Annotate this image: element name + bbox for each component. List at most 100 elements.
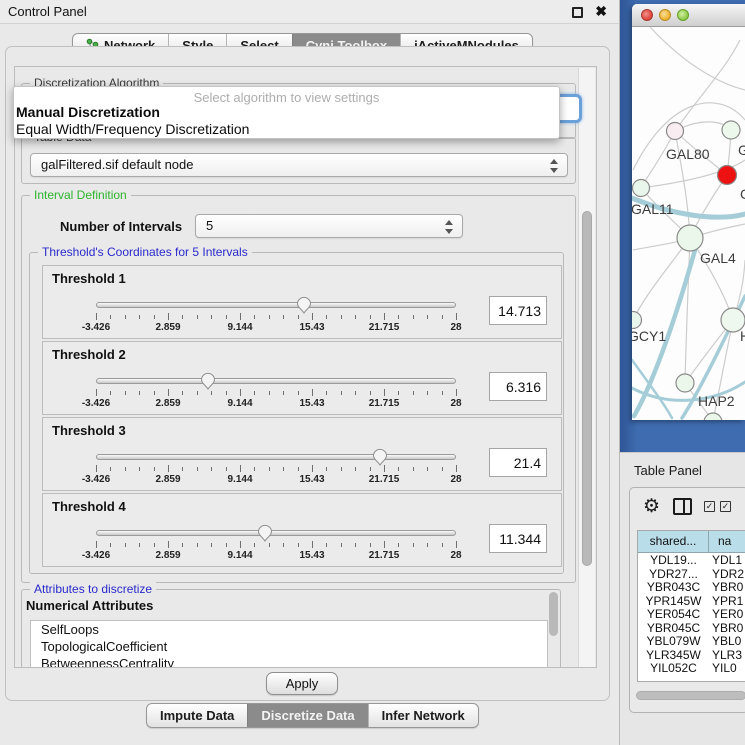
apply-button[interactable]: Apply <box>266 672 338 695</box>
slider-tick <box>355 391 356 395</box>
table-row[interactable]: YBL079WYBL0 <box>638 634 745 648</box>
slider-tick <box>125 315 126 319</box>
network-node[interactable] <box>632 312 642 329</box>
slider-scale-label: 9.144 <box>227 550 252 561</box>
table-row[interactable]: YBR045CYBR0 <box>638 621 745 635</box>
threshold-2-slider[interactable]: -3.4262.8599.14415.4321.71528 <box>96 378 456 412</box>
slider-scale-label: 28 <box>450 550 461 561</box>
slider-tick <box>298 543 299 547</box>
tab-infer-network[interactable]: Infer Network <box>368 704 478 727</box>
minimize-traffic-light-icon[interactable] <box>659 9 671 21</box>
slider-thumb[interactable] <box>200 372 216 390</box>
network-canvas[interactable]: GAL80 GAL11 GAL4 GCY1 HAP2 GA C H <box>632 27 745 420</box>
node-attribute-table[interactable]: shared... na YDL19...YDL1YDR27...YDR2YBR… <box>637 530 745 682</box>
numerical-attributes-list[interactable]: SelfLoopsTopologicalCoefficientBetweenne… <box>30 620 548 668</box>
slider-tick <box>125 467 126 471</box>
gear-icon[interactable]: ⚙ <box>643 495 660 518</box>
slider-tick <box>413 543 414 547</box>
slider-tick <box>283 467 284 471</box>
slider-track[interactable] <box>96 378 456 384</box>
threshold-1-value-field[interactable] <box>489 296 547 325</box>
close-icon[interactable]: ✖ <box>595 3 607 20</box>
slider-scale-label: 2.859 <box>155 398 180 409</box>
slider-thumb[interactable] <box>296 296 312 314</box>
network-node[interactable] <box>677 225 703 251</box>
slider-track[interactable] <box>96 530 456 536</box>
slider-tick <box>254 543 255 547</box>
slider-tick <box>355 543 356 547</box>
network-node[interactable] <box>704 413 722 420</box>
popup-item-equal-width[interactable]: Equal Width/Frequency Discretization <box>16 121 249 137</box>
network-node[interactable] <box>676 374 694 392</box>
threshold-1-slider[interactable]: -3.4262.8599.14415.4321.71528 <box>96 302 456 336</box>
slider-tick <box>384 465 385 472</box>
column-header-name[interactable]: na <box>709 531 745 552</box>
slider-track[interactable] <box>96 454 456 460</box>
settings-vertical-scrollbar[interactable] <box>578 68 595 668</box>
table-row[interactable]: YLR345WYLR3 <box>638 648 745 662</box>
table-row[interactable]: YPR145WYPR1 <box>638 594 745 608</box>
slider-tick <box>197 391 198 395</box>
attributes-group-title: Attributes to discretize <box>30 582 156 596</box>
slider-tick <box>370 543 371 547</box>
network-view-window[interactable]: GAL80 GAL11 GAL4 GCY1 HAP2 GA C H <box>632 4 745 420</box>
threshold-3-value-field[interactable] <box>489 448 547 477</box>
threshold-3-slider[interactable]: -3.4262.8599.14415.4321.71528 <box>96 454 456 488</box>
table-row[interactable]: YBR043CYBR0 <box>638 580 745 594</box>
attribute-list-item[interactable]: BetweennessCentrality <box>31 655 547 668</box>
popup-placeholder-item[interactable]: Select algorithm to view settings <box>14 90 559 105</box>
table-cell: YIL052C <box>638 661 709 675</box>
table-row[interactable]: YDL19...YDL1 <box>638 553 745 567</box>
slider-tick <box>384 313 385 320</box>
checkbox-icon[interactable]: ✓ <box>720 501 731 512</box>
slider-tick <box>442 391 443 395</box>
threshold-1-panel: Threshold 1 -3.4262.8599.14415.4321.7152… <box>42 265 562 339</box>
threshold-4-value-field[interactable] <box>489 524 547 553</box>
table-row[interactable]: YIL052CYIL0 <box>638 661 745 675</box>
network-node[interactable] <box>722 121 740 139</box>
slider-scale-label: -3.426 <box>82 398 110 409</box>
slider-tick <box>154 315 155 319</box>
network-node[interactable] <box>633 180 650 197</box>
float-window-icon[interactable] <box>572 7 583 18</box>
slider-thumb[interactable] <box>372 448 388 466</box>
slider-tick <box>96 389 97 396</box>
slider-scale-label: 15.43 <box>299 474 324 485</box>
checkbox-icon[interactable]: ✓ <box>704 501 715 512</box>
attribute-list-item[interactable]: SelfLoops <box>31 621 547 638</box>
network-node[interactable] <box>667 123 684 140</box>
network-node-selected[interactable] <box>718 166 737 185</box>
slider-tick <box>139 467 140 471</box>
attributes-list-scrollbar[interactable] <box>549 592 558 636</box>
scrollbar-thumb[interactable] <box>582 211 592 566</box>
attribute-list-item[interactable]: TopologicalCoefficient <box>31 638 547 655</box>
tab-impute-data-label: Impute Data <box>160 708 234 723</box>
column-header-shared[interactable]: shared... <box>638 531 709 552</box>
threshold-2-value-field[interactable] <box>489 372 547 401</box>
slider-tick <box>398 467 399 471</box>
tab-discretize-data[interactable]: Discretize Data <box>247 704 367 727</box>
number-of-intervals-value: 5 <box>206 218 213 233</box>
slider-tick <box>139 391 140 395</box>
table-header-row: shared... na <box>638 531 745 553</box>
slider-track[interactable] <box>96 302 456 308</box>
table-row[interactable]: YER054CYER0 <box>638 607 745 621</box>
split-table-icon[interactable] <box>673 498 692 515</box>
threshold-4-slider[interactable]: -3.4262.8599.14415.4321.71528 <box>96 530 456 564</box>
close-traffic-light-icon[interactable] <box>641 9 653 21</box>
table-data-combo[interactable]: galFiltered.sif default node <box>30 153 568 177</box>
slider-tick <box>427 315 428 319</box>
table-horizontal-scrollbar[interactable] <box>636 691 745 700</box>
slider-tick <box>341 467 342 471</box>
slider-thumb[interactable] <box>257 524 273 542</box>
table-row[interactable]: YDR27...YDR2 <box>638 567 745 581</box>
zoom-traffic-light-icon[interactable] <box>677 9 689 21</box>
slider-scale-label: 15.43 <box>299 322 324 333</box>
slider-tick <box>442 467 443 471</box>
slider-tick <box>427 543 428 547</box>
number-of-intervals-combo[interactable]: 5 <box>195 214 463 238</box>
network-window-titlebar[interactable] <box>632 4 745 27</box>
slider-tick <box>341 543 342 547</box>
tab-impute-data[interactable]: Impute Data <box>147 704 247 727</box>
popup-item-manual-discretization[interactable]: Manual Discretization <box>16 104 160 120</box>
